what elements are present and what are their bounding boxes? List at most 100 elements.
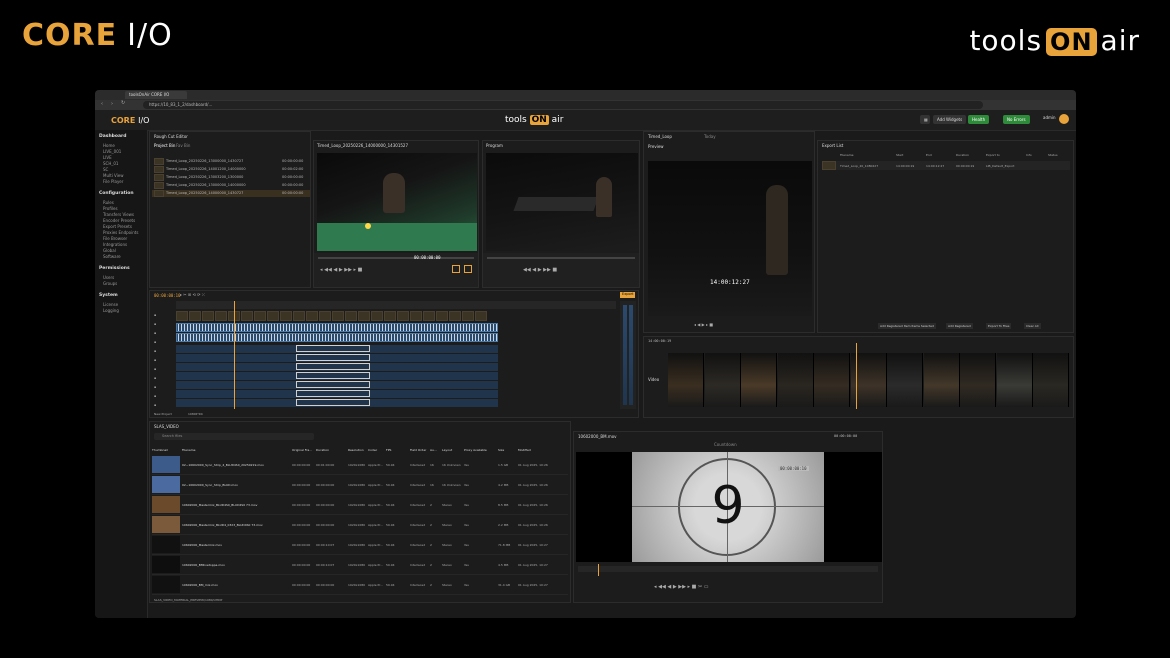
sidebar-item[interactable]: Transfers Views — [103, 212, 134, 217]
selected-clip[interactable] — [296, 363, 370, 370]
filmstrip-frame[interactable] — [668, 353, 704, 407]
file-browser-path[interactable]: SLAS_VIDEO — [154, 424, 179, 429]
file-col-header[interactable]: Layout — [442, 448, 452, 452]
export-action-button[interactable]: Clear All — [1024, 323, 1041, 329]
sidebar-item[interactable]: File Browser — [103, 236, 127, 241]
selected-clip[interactable] — [296, 345, 370, 352]
file-row[interactable]: 02~10602000_Sync_Strip_4_BLUD4S0_2025021… — [152, 455, 568, 475]
export-button[interactable]: Export — [620, 292, 636, 298]
program-scrubber[interactable] — [487, 257, 635, 259]
sidebar-item[interactable]: Proxies Endpoints — [103, 230, 138, 235]
tab-project-bin[interactable]: Project Bin — [154, 143, 175, 148]
sidebar-item[interactable]: SC — [103, 167, 108, 172]
track-header-icon[interactable]: ▪ — [154, 331, 156, 335]
selected-clip[interactable] — [296, 354, 370, 361]
file-row[interactable]: 10602000_Mastermix_BLUD4_0323_BLUD4S0 73… — [152, 515, 568, 535]
mark-out-button[interactable] — [464, 265, 472, 273]
track-header-icon[interactable]: ▪ — [154, 358, 156, 362]
file-row[interactable]: 10602000_BMlivetoppa.mov 00:00:00:00 00:00… — [152, 555, 568, 575]
source-video[interactable] — [317, 153, 477, 251]
file-row[interactable]: 10602000_BM_mix.mov 00:00:00:00 00:00:00:0… — [152, 575, 568, 595]
audio-track[interactable] — [176, 333, 498, 342]
export-action-button[interactable]: Add Registered — [946, 323, 973, 329]
sidebar-item[interactable]: Software — [103, 254, 121, 259]
filmstrip-frame[interactable] — [741, 353, 777, 407]
audio-track[interactable] — [176, 323, 498, 332]
bin-item[interactable]: Timed_Loop_20250226_14000000_1430727 00:… — [152, 190, 310, 197]
bin-item[interactable]: Timed_Loop_20250226_13000000_1430727 00:… — [152, 158, 310, 165]
sidebar-item[interactable]: Encoder Presets — [103, 218, 135, 223]
file-col-header[interactable]: Codec — [368, 448, 377, 452]
file-col-header[interactable]: Duration — [316, 448, 329, 452]
browser-tab[interactable]: toolsOnAir CORE I/O — [125, 91, 187, 99]
selected-clip[interactable] — [296, 390, 370, 397]
bin-item[interactable]: Timed_Loop_20250226_13003200_1300000 00:… — [152, 174, 310, 181]
selected-clip[interactable] — [296, 372, 370, 379]
filmstrip-frame[interactable] — [960, 353, 996, 407]
sidebar-item[interactable]: License — [103, 302, 118, 307]
track-header-icon[interactable]: ▪ — [154, 367, 156, 371]
address-input[interactable]: https://10_83_1_2/dashboard/... — [143, 101, 983, 109]
sidebar-section-title[interactable]: Permissions — [99, 266, 130, 271]
track-header-icon[interactable]: ▪ — [154, 385, 156, 389]
file-col-header[interactable]: Proxy Available — [464, 448, 487, 452]
file-col-header[interactable]: Thumbnail — [152, 448, 168, 452]
file-col-header[interactable]: Field Order — [410, 448, 426, 452]
timeline-playhead[interactable] — [234, 301, 235, 409]
track-header-icon[interactable]: ▪ — [154, 313, 156, 317]
back-icon[interactable]: ‹ — [101, 101, 103, 107]
countdown-video[interactable]: 9 00:00:00:10 — [576, 452, 882, 562]
sidebar-item[interactable]: Integrations — [103, 242, 127, 247]
track-header-icon[interactable]: ▪ — [154, 322, 156, 326]
filmstrip-frame[interactable] — [996, 353, 1033, 407]
file-col-header[interactable]: Original Fra... — [292, 448, 312, 452]
program-transport-controls[interactable]: ◀◀ ◀ ▶ ▶▶ ■ — [523, 267, 557, 273]
export-row[interactable]: Timed_Loop_20_1080227 14:00:00:19 14:00:… — [822, 161, 1070, 170]
sidebar-item[interactable]: Profiles — [103, 206, 118, 211]
file-col-header[interactable]: Au... — [430, 448, 437, 452]
sidebar-item[interactable]: SCH_01 — [103, 161, 118, 166]
avatar[interactable] — [1059, 114, 1069, 124]
filmstrip-frame[interactable] — [704, 353, 741, 407]
no-errors-button[interactable]: No Errors — [1003, 115, 1030, 124]
filmstrip-frame[interactable] — [1033, 353, 1069, 407]
track-header-icon[interactable]: ▪ — [154, 349, 156, 353]
timeline-tools[interactable]: ▸ ✂ ⊞ ⟲ ⟳ ⤫ — [180, 292, 205, 297]
filmstrip-frame[interactable] — [887, 353, 923, 407]
preview-video[interactable]: 14:00:12:27 — [648, 161, 812, 316]
file-col-header[interactable]: Filename — [182, 448, 196, 452]
file-col-header[interactable]: Size — [498, 448, 504, 452]
transport-controls[interactable]: ◂ ◀◀ ◀ ▶ ▶▶ ▸ ■ — [320, 267, 362, 273]
file-row[interactable]: 02~10602000_Sync_Strip_BLUD.mov 00:00:00:… — [152, 475, 568, 495]
mark-in-button[interactable] — [452, 265, 460, 273]
filmstrip-frame[interactable] — [923, 353, 960, 407]
filmstrip-frames[interactable] — [668, 353, 1070, 407]
bin-item[interactable]: Timed_Loop_20250226_14001200_14000000 00… — [152, 166, 310, 173]
file-col-header[interactable]: Resolution — [348, 448, 364, 452]
file-row[interactable]: 10602000_Mastermix_BLUD4S0_BLUD4S0 73.mo… — [152, 495, 568, 515]
sidebar-item[interactable]: Logging — [103, 308, 119, 313]
sidebar-item[interactable]: Export Presets — [103, 224, 132, 229]
add-widgets-button[interactable]: Add Widgets — [933, 115, 967, 124]
countdown-playhead[interactable] — [598, 564, 599, 576]
countdown-ruler[interactable] — [578, 566, 878, 572]
forward-icon[interactable]: › — [111, 101, 113, 107]
grid-icon[interactable]: ▦ — [920, 115, 930, 124]
sidebar-item[interactable]: Global — [103, 248, 116, 253]
timeline-ruler[interactable] — [176, 301, 616, 309]
preview-controls[interactable]: ◂ ◀ ▶ ▸ ■ — [694, 322, 713, 327]
filmstrip-frame[interactable] — [777, 353, 814, 407]
filmstrip-playhead[interactable] — [856, 343, 857, 409]
tab-fav-bin[interactable]: Fav Bin — [176, 143, 190, 148]
filmstrip-frame[interactable] — [814, 353, 850, 407]
track-header-icon[interactable]: ▪ — [154, 340, 156, 344]
sidebar-section-title[interactable]: Dashboard — [99, 134, 126, 139]
sidebar-item[interactable]: LIVE — [103, 155, 112, 160]
sidebar-item[interactable]: LIVE_001 — [103, 149, 121, 154]
sidebar-item[interactable]: Users — [103, 275, 114, 280]
export-action-button[interactable]: Add Registered Item Items Selected — [878, 323, 936, 329]
selected-clip[interactable] — [296, 381, 370, 388]
export-action-button[interactable]: Export To Files — [986, 323, 1012, 329]
sidebar-section-title[interactable]: Configuration — [99, 191, 134, 196]
sidebar-item[interactable]: Groups — [103, 281, 117, 286]
